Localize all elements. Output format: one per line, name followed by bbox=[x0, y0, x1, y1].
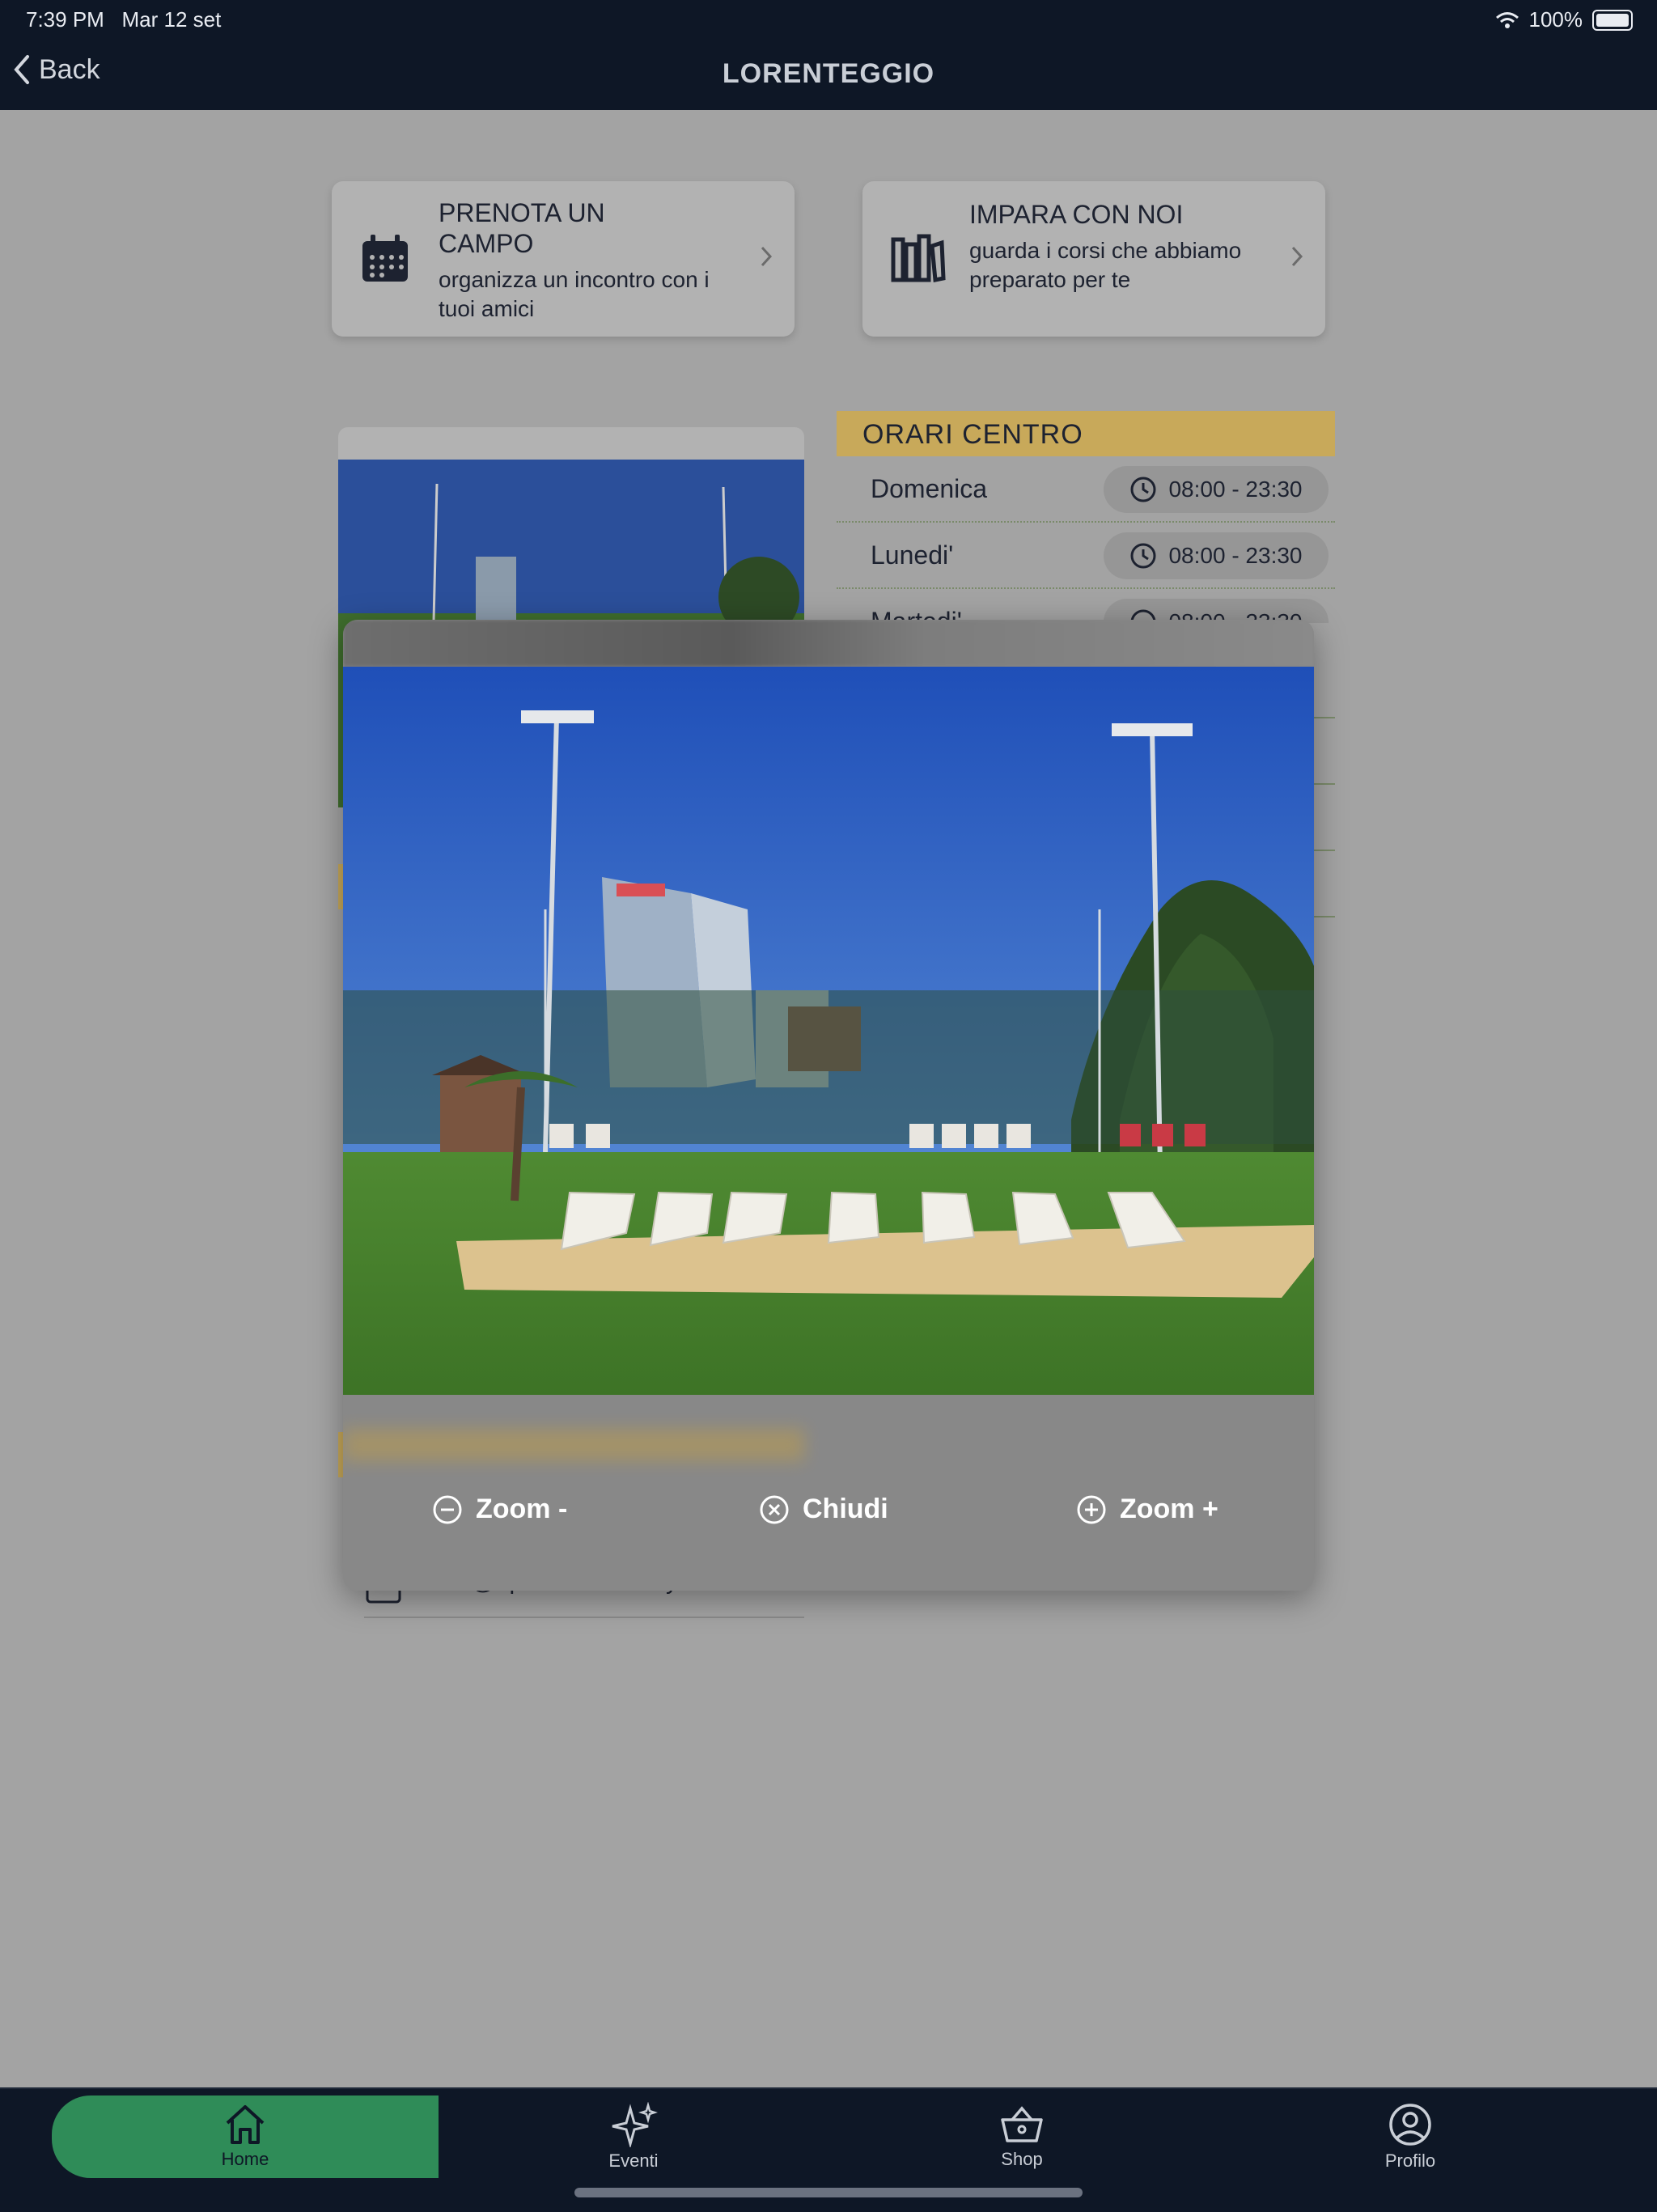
hours-row-divider bbox=[1314, 850, 1335, 851]
tab-eventi[interactable]: Eventi bbox=[440, 2095, 827, 2178]
books-icon bbox=[891, 234, 946, 282]
page-title: LORENTEGGIO bbox=[722, 58, 935, 89]
tab-home-label: Home bbox=[221, 2149, 269, 2169]
navigation-bar: Back LORENTEGGIO bbox=[0, 37, 1657, 110]
hours-row-divider bbox=[1314, 783, 1335, 785]
learn-subtitle: guarda i corsi che abbiamo preparato per… bbox=[969, 238, 1242, 292]
book-court-card[interactable]: PRENOTA UN CAMPO organizza un incontro c… bbox=[332, 181, 795, 337]
zoom-in-label: Zoom + bbox=[1120, 1494, 1218, 1524]
hours-row: Martedi' 08:00 - 23:30 bbox=[837, 589, 1335, 623]
tab-home[interactable]: Home bbox=[52, 2095, 439, 2178]
book-court-title: PRENOTA UN CAMPO bbox=[439, 198, 605, 258]
plus-circle-icon bbox=[1077, 1495, 1106, 1523]
battery-icon bbox=[1592, 9, 1633, 31]
close-button[interactable]: Chiudi bbox=[759, 1494, 888, 1525]
modal-header-blur bbox=[343, 620, 1314, 667]
status-bar: 7:39 PM Mar 12 set 100% bbox=[0, 0, 1657, 37]
status-indicators: 100% bbox=[1495, 7, 1633, 32]
learn-with-us-card[interactable]: IMPARA CON NOI guarda i corsi che abbiam… bbox=[862, 181, 1325, 337]
close-circle-icon bbox=[760, 1495, 789, 1523]
zoom-out-button[interactable]: Zoom - bbox=[432, 1494, 567, 1525]
hours-row-divider bbox=[1314, 916, 1335, 917]
tab-shop[interactable]: Shop bbox=[828, 2095, 1215, 2178]
hours-time-pill: 08:00 - 23:30 bbox=[1104, 532, 1329, 579]
sparkles-icon bbox=[612, 2102, 658, 2147]
opening-hours-header: ORARI CENTRO bbox=[837, 411, 1335, 456]
chevron-right-icon bbox=[761, 246, 773, 267]
minus-circle-icon bbox=[433, 1495, 462, 1523]
hours-row-divider bbox=[1314, 717, 1335, 718]
basket-icon bbox=[1001, 2106, 1043, 2142]
opening-hours-title: ORARI CENTRO bbox=[862, 419, 1083, 450]
tab-shop-label: Shop bbox=[1001, 2149, 1043, 2169]
status-time: 7:39 PM Mar 12 set bbox=[26, 7, 221, 32]
hours-time-pill: 08:00 - 23:30 bbox=[1104, 466, 1329, 513]
book-court-subtitle: organizza un incontro con i tuoi amici bbox=[439, 267, 710, 321]
zoomed-photo[interactable] bbox=[343, 667, 1314, 1395]
home-icon bbox=[226, 2105, 265, 2144]
hours-row: Lunedi' 08:00 - 23:30 bbox=[837, 523, 1335, 589]
hours-time: 08:00 - 23:30 bbox=[1168, 477, 1303, 502]
wifi-icon bbox=[1495, 11, 1519, 28]
close-label: Chiudi bbox=[803, 1494, 888, 1524]
clock-icon bbox=[1130, 477, 1156, 502]
modal-controls: Zoom - Chiudi Zoom + bbox=[343, 1476, 1314, 1549]
hours-time: 08:00 - 23:30 bbox=[1168, 543, 1303, 568]
calendar-icon bbox=[362, 235, 408, 282]
status-date-text: Mar 12 set bbox=[121, 7, 222, 32]
battery-percent: 100% bbox=[1528, 7, 1583, 32]
hours-row: Domenica 08:00 - 23:30 bbox=[837, 456, 1335, 523]
court-photo bbox=[343, 667, 1314, 1395]
status-time-text: 7:39 PM bbox=[26, 7, 104, 32]
tab-profilo-label: Profilo bbox=[1384, 2151, 1436, 2171]
hours-day: Lunedi' bbox=[871, 540, 954, 570]
user-circle-icon bbox=[1389, 2104, 1431, 2146]
blurred-background-strip bbox=[343, 1429, 804, 1461]
hours-day: Domenica bbox=[871, 474, 988, 503]
zoom-out-label: Zoom - bbox=[476, 1494, 568, 1524]
zoom-in-button[interactable]: Zoom + bbox=[1076, 1494, 1218, 1525]
clock-icon bbox=[1130, 543, 1156, 569]
home-indicator[interactable] bbox=[574, 2188, 1083, 2197]
chevron-right-icon bbox=[1291, 246, 1303, 267]
tab-eventi-label: Eventi bbox=[608, 2151, 659, 2171]
tab-profilo[interactable]: Profilo bbox=[1217, 2095, 1604, 2178]
image-viewer-modal: Zoom - Chiudi Zoom + bbox=[343, 620, 1314, 1591]
learn-title: IMPARA CON NOI bbox=[969, 200, 1184, 229]
